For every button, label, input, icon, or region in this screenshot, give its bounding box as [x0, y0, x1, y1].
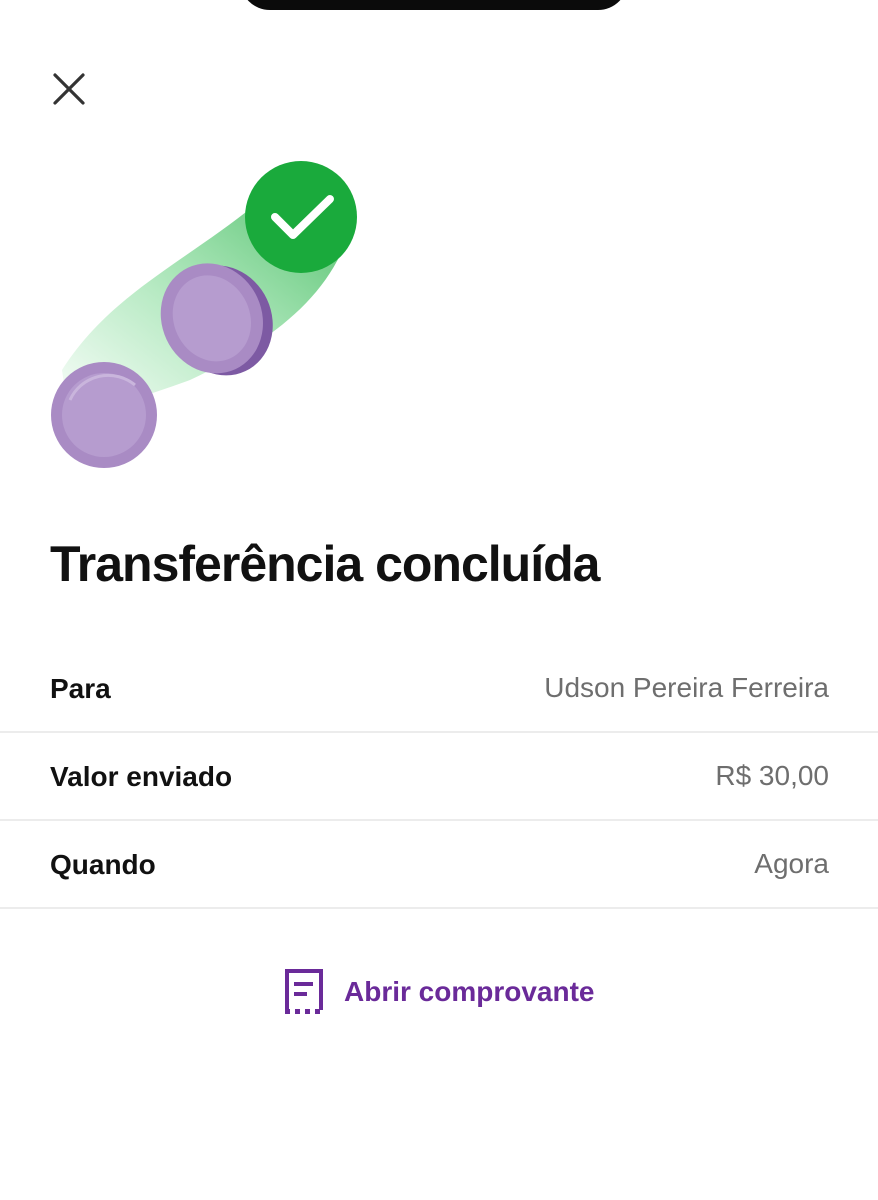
- check-circle-icon: [245, 161, 357, 273]
- close-button[interactable]: [48, 68, 90, 110]
- detail-label: Valor enviado: [50, 761, 233, 792]
- detail-row-when: Quando Agora: [0, 821, 878, 909]
- close-icon: [53, 73, 85, 105]
- open-receipt-button[interactable]: Abrir comprovante: [282, 968, 595, 1016]
- device-notch: [240, 0, 628, 10]
- transfer-success-screen: Transferência concluída Para Udson Perei…: [0, 0, 878, 1200]
- page-title: Transferência concluída: [50, 536, 600, 592]
- detail-label: Para: [50, 673, 111, 704]
- transfer-success-illustration: [51, 161, 357, 468]
- detail-label: Quando: [50, 849, 156, 880]
- detail-value: Agora: [754, 848, 829, 879]
- transfer-details: Para Udson Pereira Ferreira Valor enviad…: [0, 645, 878, 909]
- open-receipt-label: Abrir comprovante: [344, 976, 595, 1007]
- detail-row-recipient: Para Udson Pereira Ferreira: [0, 645, 878, 733]
- coin-bottom-left: [51, 362, 157, 468]
- detail-value: R$ 30,00: [715, 760, 829, 791]
- receipt-icon: [285, 969, 323, 1014]
- detail-row-amount: Valor enviado R$ 30,00: [0, 733, 878, 821]
- detail-value: Udson Pereira Ferreira: [544, 672, 829, 703]
